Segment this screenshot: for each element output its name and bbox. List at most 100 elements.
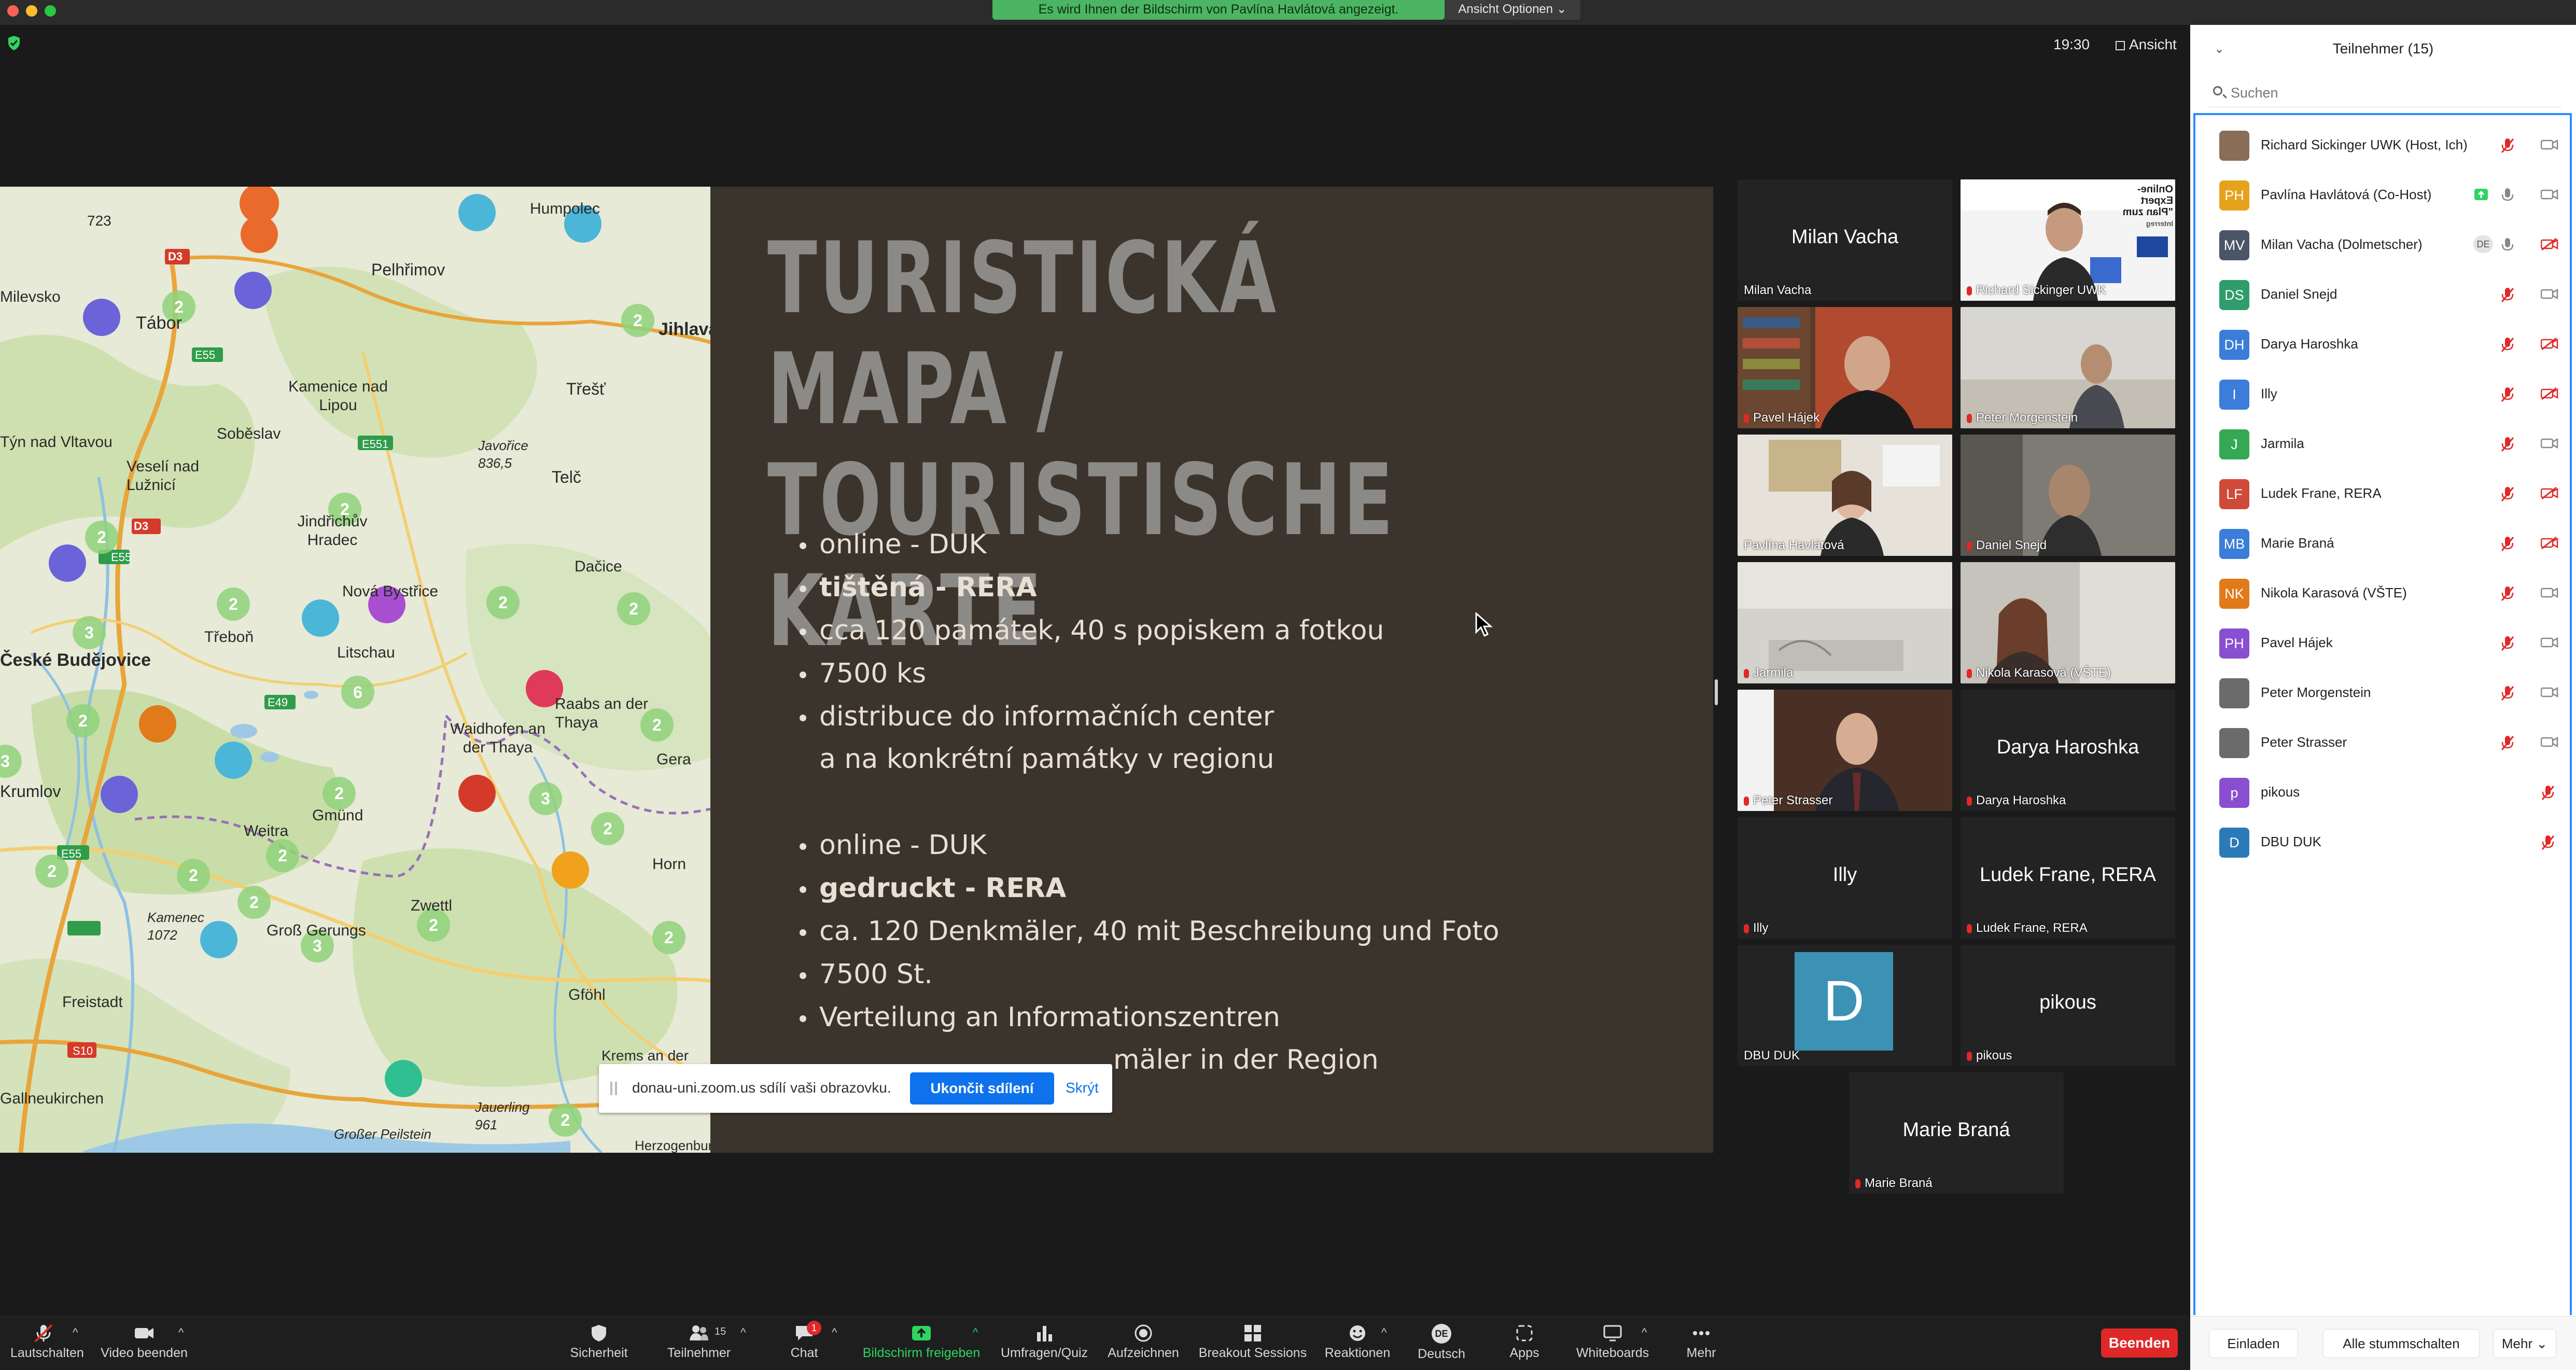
participant-row[interactable]: p pikous [2195, 767, 2570, 817]
video-tile[interactable]: Marie Braná Marie Braná [1849, 1072, 2064, 1194]
mic-muted-icon[interactable] [2541, 785, 2555, 801]
video-options-caret[interactable]: ^ [178, 1326, 184, 1339]
video-tile[interactable]: Milan Vacha Milan Vacha [1738, 179, 1952, 301]
video-tile[interactable]: Darya Haroshka Darya Haroshka [1961, 690, 2175, 811]
mic-muted-icon[interactable] [2500, 636, 2515, 651]
chat-options-caret[interactable]: ^ [832, 1326, 837, 1339]
language-label: Deutsch [1418, 1347, 1465, 1361]
map-label: Horn [652, 856, 687, 873]
mic-on-icon[interactable] [2500, 237, 2515, 253]
mic-muted-icon[interactable] [2500, 586, 2515, 602]
video-tile[interactable]: Pavel Hájek [1738, 307, 1952, 428]
participant-row[interactable]: D DBU DUK [2195, 817, 2570, 867]
polls-button[interactable]: Umfragen/Quiz [998, 1324, 1091, 1361]
mic-muted-icon[interactable] [2500, 686, 2515, 701]
video-tile[interactable]: Illy Illy [1738, 817, 1952, 939]
unmute-button[interactable]: Lautschalten [10, 1324, 84, 1361]
video-tile[interactable]: Nikola Karasová (VŠTE) [1961, 562, 2175, 683]
mic-muted-icon[interactable] [2500, 138, 2515, 153]
mic-muted-icon[interactable] [2500, 337, 2515, 353]
share-options-caret[interactable]: ^ [973, 1326, 978, 1339]
participant-row[interactable]: J Jarmila [2195, 419, 2570, 469]
mic-muted-icon[interactable] [2500, 437, 2515, 452]
share-screen-button[interactable]: Bildschirm freigeben [858, 1324, 985, 1361]
participant-row[interactable]: PH Pavel Hájek [2195, 618, 2570, 668]
fullscreen-window-button[interactable] [45, 5, 56, 17]
mic-on-icon[interactable] [2500, 188, 2515, 203]
drag-handle-icon[interactable] [610, 1082, 617, 1095]
participant-row[interactable]: Richard Sickinger UWK (Host, Ich) [2195, 120, 2570, 170]
whiteboards-options-caret[interactable]: ^ [1642, 1326, 1647, 1339]
more-button[interactable]: Mehr [1679, 1324, 1724, 1361]
search-icon [2213, 86, 2222, 95]
participant-row[interactable]: Peter Morgenstein [2195, 668, 2570, 718]
participant-name: Pavlína Havlátová (Co-Host) [2261, 187, 2432, 202]
meeting-area: 19:30 Ansicht 2 2 2 2 2 2 2 3 6 2 2 3 2 … [0, 25, 2190, 1316]
gallery-resize-handle[interactable] [1715, 679, 1718, 705]
camera-off-icon[interactable] [2541, 486, 2558, 500]
mute-all-button[interactable]: Alle stummschalten [2323, 1329, 2480, 1358]
participant-row[interactable]: MV Milan Vacha (Dolmetscher) DE [2195, 220, 2570, 270]
camera-icon[interactable] [2541, 586, 2558, 599]
mic-muted-icon[interactable] [2500, 287, 2515, 303]
video-tile-active-speaker[interactable]: Pavlína Havlátová [1738, 435, 1952, 556]
video-tile[interactable]: Peter Morgenstein [1961, 307, 2175, 428]
audio-options-caret[interactable]: ^ [73, 1326, 78, 1339]
video-tile[interactable]: Peter Strasser [1738, 690, 1952, 811]
mic-muted-icon[interactable] [2500, 735, 2515, 751]
video-tile[interactable]: Jarmila [1738, 562, 1952, 683]
video-tile[interactable]: Ludek Frane, RERA Ludek Frane, RERA [1961, 817, 2175, 939]
map-label: Groß Gerungs [267, 922, 366, 939]
stop-video-button[interactable]: Video beenden [99, 1324, 190, 1361]
mic-muted-icon[interactable] [2500, 486, 2515, 502]
participant-row[interactable]: DS Daniel Snejd [2195, 270, 2570, 319]
end-meeting-button[interactable]: Beenden [2101, 1329, 2178, 1358]
participants-options-caret[interactable]: ^ [740, 1326, 746, 1339]
camera-icon[interactable] [2541, 735, 2558, 749]
interpretation-language-button[interactable]: DE Deutsch [1410, 1324, 1473, 1362]
camera-icon[interactable] [2541, 188, 2558, 201]
mic-muted-icon[interactable] [2500, 536, 2515, 552]
minimize-window-button[interactable] [26, 5, 37, 17]
mic-muted-icon[interactable] [2541, 835, 2555, 850]
apps-button[interactable]: Apps [1499, 1324, 1550, 1361]
camera-off-icon[interactable] [2541, 237, 2558, 251]
unmute-label: Lautschalten [10, 1346, 84, 1360]
participant-row[interactable]: I Illy [2195, 369, 2570, 419]
camera-off-icon[interactable] [2541, 337, 2558, 351]
camera-icon[interactable] [2541, 287, 2558, 301]
participant-row[interactable]: PH Pavlína Havlátová (Co-Host) [2195, 170, 2570, 220]
view-options-button[interactable]: Ansicht Optionen ⌄ [1445, 0, 1580, 20]
record-button[interactable]: Aufzeichnen [1104, 1324, 1182, 1361]
participant-search[interactable]: Suchen [2209, 79, 2561, 107]
participant-name: Illy [2261, 386, 2277, 401]
video-tile[interactable]: pikous pikous [1961, 945, 2175, 1066]
camera-icon[interactable] [2541, 437, 2558, 450]
search-input[interactable]: Suchen [2231, 85, 2278, 101]
invite-button[interactable]: Einladen [2209, 1329, 2298, 1358]
camera-off-icon[interactable] [2541, 387, 2558, 400]
participant-row[interactable]: NK Nikola Karasová (VŠTE) [2195, 568, 2570, 618]
video-tile[interactable]: Daniel Snejd [1961, 435, 2175, 556]
tile-name: Pavel Hájek [1753, 411, 1820, 425]
camera-icon[interactable] [2541, 636, 2558, 649]
camera-icon[interactable] [2541, 138, 2558, 151]
stop-sharing-button[interactable]: Ukončit sdílení [910, 1072, 1054, 1105]
security-button[interactable]: Sicherheit [565, 1324, 633, 1361]
participant-row[interactable]: Peter Strasser [2195, 718, 2570, 767]
view-button[interactable]: Ansicht [2116, 36, 2177, 53]
participant-row[interactable]: LF Ludek Frane, RERA [2195, 469, 2570, 519]
participant-row[interactable]: MB Marie Braná [2195, 519, 2570, 568]
panel-more-button[interactable]: Mehr ⌄ [2493, 1329, 2556, 1358]
mic-muted-icon[interactable] [2500, 387, 2515, 402]
hide-popup-link[interactable]: Skrýt [1066, 1080, 1099, 1096]
camera-icon[interactable] [2541, 686, 2558, 699]
close-window-button[interactable] [7, 5, 19, 17]
reactions-options-caret[interactable]: ^ [1381, 1326, 1387, 1339]
participant-row[interactable]: DH Darya Haroshka [2195, 319, 2570, 369]
breakout-sessions-button[interactable]: Breakout Sessions [1196, 1324, 1310, 1361]
shield-check-icon[interactable] [7, 35, 21, 51]
camera-off-icon[interactable] [2541, 536, 2558, 550]
video-tile[interactable]: D DBU DUK [1738, 945, 1952, 1066]
video-tile[interactable]: Online-Expert "Plan zum Interreg Richard… [1961, 179, 2175, 301]
